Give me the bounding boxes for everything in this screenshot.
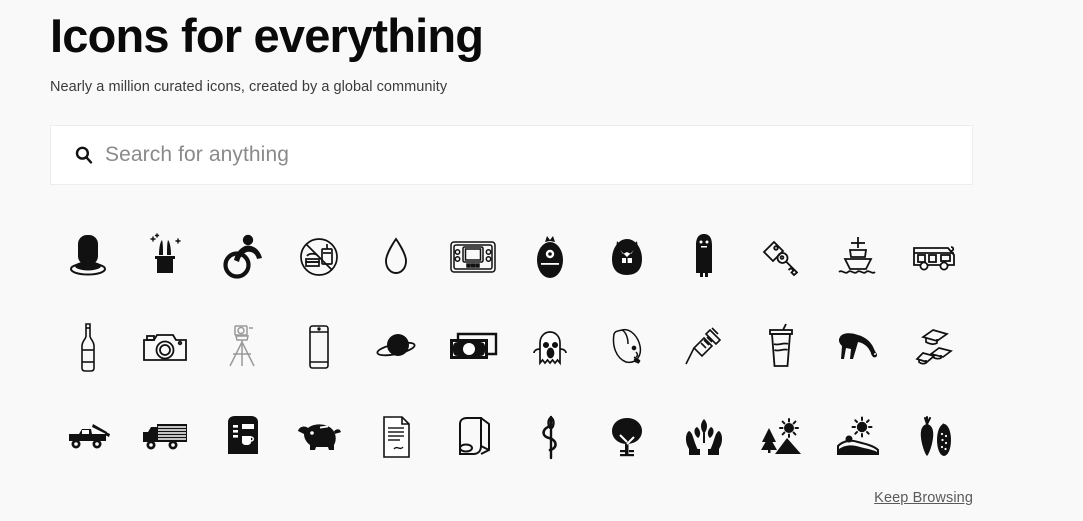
- keep-browsing-link[interactable]: Keep Browsing: [874, 490, 973, 506]
- page-title: Icons for everything: [50, 9, 484, 62]
- icon-wheelchair-accessible[interactable]: [204, 212, 281, 302]
- icon-tall-monster[interactable]: [665, 212, 742, 302]
- search-icon: [73, 144, 95, 166]
- icon-piggy-bank[interactable]: [281, 392, 358, 482]
- icon-banknotes-money[interactable]: [435, 302, 512, 392]
- icon-tree[interactable]: [588, 392, 665, 482]
- icon-results-grid: [50, 212, 973, 482]
- icon-coffee-machine[interactable]: [204, 392, 281, 482]
- icon-water-drop[interactable]: [358, 212, 435, 302]
- icon-signed-document[interactable]: [358, 392, 435, 482]
- icon-cat-head[interactable]: [588, 302, 665, 392]
- search-bar[interactable]: [50, 125, 973, 185]
- icon-delivery-truck[interactable]: [127, 392, 204, 482]
- icon-ship-on-water[interactable]: [819, 212, 896, 302]
- icon-top-hat[interactable]: [50, 212, 127, 302]
- icon-needle-and-thread[interactable]: [511, 392, 588, 482]
- icon-smartphone[interactable]: [281, 302, 358, 392]
- icon-keys-with-tag[interactable]: [742, 212, 819, 302]
- icon-grazing-cow[interactable]: [819, 302, 896, 392]
- icon-tow-truck[interactable]: [50, 392, 127, 482]
- icon-graduation-caps[interactable]: [896, 302, 973, 392]
- icon-camera-tripod[interactable]: [204, 302, 281, 392]
- icon-camper-van[interactable]: [896, 212, 973, 302]
- icon-magic-hat-rabbit[interactable]: [127, 212, 204, 302]
- footer: Keep Browsing: [50, 490, 973, 506]
- icon-cyclops-monster[interactable]: [511, 212, 588, 302]
- icon-planet-saturn[interactable]: [358, 302, 435, 392]
- page-subtitle: Nearly a million curated icons, created …: [50, 79, 448, 95]
- icon-camera[interactable]: [127, 302, 204, 392]
- icon-forest-mountain-sun[interactable]: [742, 392, 819, 482]
- icon-fabric-roll[interactable]: [435, 392, 512, 482]
- icon-fanged-monster[interactable]: [588, 212, 665, 302]
- icon-hands-holding-plant[interactable]: [665, 392, 742, 482]
- search-input[interactable]: [105, 143, 950, 167]
- icon-soda-cup[interactable]: [742, 302, 819, 392]
- icon-ghost[interactable]: [511, 302, 588, 392]
- icon-farm-field-sun[interactable]: [819, 392, 896, 482]
- icon-carrot-and-corn[interactable]: [896, 392, 973, 482]
- icon-handheld-game-console[interactable]: [435, 212, 512, 302]
- icon-syringe[interactable]: [665, 302, 742, 392]
- icon-search-page: Icons for everything Nearly a million cu…: [0, 0, 1083, 521]
- icon-no-food-or-drink[interactable]: [281, 212, 358, 302]
- icon-wine-bottle[interactable]: [50, 302, 127, 392]
